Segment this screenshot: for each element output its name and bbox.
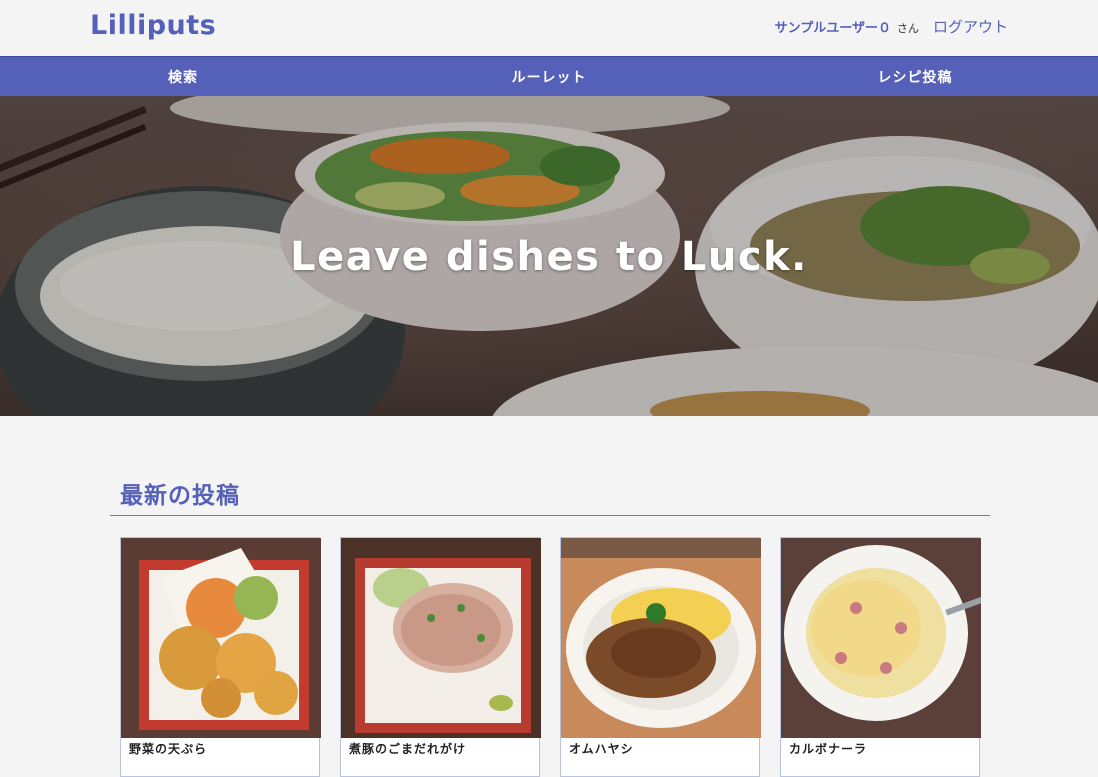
post-title: カルボナーラ	[789, 742, 868, 756]
post-title: 野菜の天ぷら	[129, 742, 208, 756]
user-honorific: さん	[896, 22, 919, 35]
post-card[interactable]: オムハヤシ	[560, 537, 761, 777]
post-title: オムハヤシ	[569, 742, 634, 756]
nav-item-search[interactable]: 検索	[0, 57, 366, 96]
latest-posts-heading: 最新の投稿	[120, 483, 240, 509]
post-image-carbonara	[781, 538, 981, 738]
hero-title: Leave dishes to Luck.	[290, 234, 808, 280]
post-image-pork	[341, 538, 541, 738]
site-logo[interactable]: Lilliputs	[90, 10, 216, 41]
post-card[interactable]: 煮豚のごまだれがけ	[340, 537, 541, 777]
user-area: サンプルユーザー０ さん ログアウト	[775, 16, 1008, 37]
nav-item-post-recipe[interactable]: レシピ投稿	[732, 57, 1098, 96]
post-card[interactable]: 野菜の天ぷら	[120, 537, 321, 777]
post-image-tempura	[121, 538, 321, 738]
logout-link[interactable]: ログアウト	[933, 16, 1008, 37]
post-card[interactable]: カルボナーラ	[780, 537, 981, 777]
hero-banner: Leave dishes to Luck.	[0, 96, 1098, 416]
section-divider	[110, 515, 990, 516]
nav-item-roulette[interactable]: ルーレット	[366, 57, 732, 96]
main-nav: 検索 ルーレット レシピ投稿	[0, 56, 1098, 96]
post-title: 煮豚のごまだれがけ	[349, 742, 467, 756]
user-name: サンプルユーザー０	[774, 21, 891, 36]
post-image-omuhayashi	[561, 538, 761, 738]
site-header: Lilliputs サンプルユーザー０ さん ログアウト	[0, 0, 1098, 56]
